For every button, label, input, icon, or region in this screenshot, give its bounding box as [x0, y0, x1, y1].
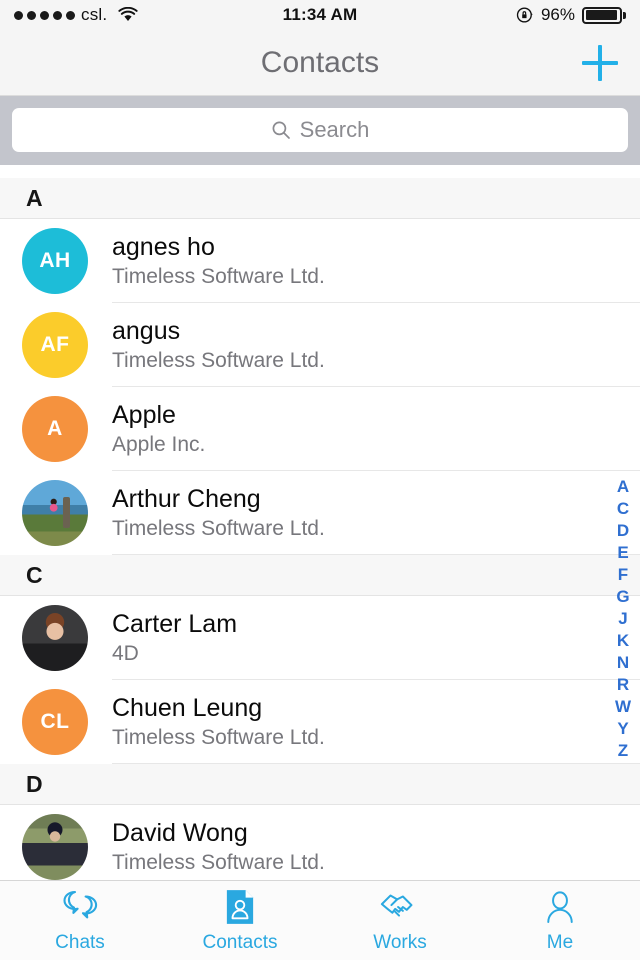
navigation-bar: Contacts — [0, 30, 640, 96]
chat-bubbles-icon — [60, 887, 100, 927]
index-letter[interactable]: A — [612, 476, 634, 498]
contact-text: Chuen Leung Timeless Software Ltd. — [112, 695, 325, 748]
tab-label-works: Works — [373, 932, 427, 953]
tab-chats[interactable]: Chats — [0, 881, 160, 960]
contact-row[interactable]: A Apple Apple Inc. — [0, 387, 640, 471]
contact-company: 4D — [112, 641, 139, 665]
contact-company: Timeless Software Ltd. — [112, 850, 325, 874]
page-title: Contacts — [260, 45, 380, 79]
contact-card-icon — [225, 887, 255, 927]
alphabet-index[interactable]: ACDEFGJKNRWYZ — [612, 476, 634, 762]
contact-name: David Wong — [112, 819, 248, 848]
tab-label-contacts: Contacts — [202, 932, 278, 953]
index-letter[interactable]: G — [612, 586, 634, 608]
tab-me[interactable]: Me — [480, 881, 640, 960]
section-header: C — [0, 555, 640, 596]
tab-contacts[interactable]: Contacts — [160, 881, 320, 960]
search-placeholder: Search — [299, 117, 370, 142]
handshake-icon — [379, 887, 421, 927]
index-letter[interactable]: W — [612, 696, 634, 718]
avatar-initials: AF — [22, 312, 88, 378]
search-icon — [272, 121, 290, 139]
index-letter[interactable]: D — [612, 520, 634, 542]
person-icon — [545, 887, 575, 927]
battery-percent-label: 96% — [540, 5, 575, 24]
avatar-initials: CL — [22, 689, 88, 755]
contact-name: agnes ho — [112, 233, 215, 262]
index-letter[interactable]: Z — [612, 740, 634, 762]
contact-company: Timeless Software Ltd. — [112, 264, 325, 288]
contact-company: Timeless Software Ltd. — [112, 516, 325, 540]
search-bar-container: Search — [0, 96, 640, 165]
contact-text: David Wong Timeless Software Ltd. — [112, 820, 325, 873]
contact-name: Apple — [112, 401, 176, 430]
battery-icon — [582, 6, 626, 24]
index-letter[interactable]: J — [612, 608, 634, 630]
contact-row[interactable]: CL Chuen Leung Timeless Software Ltd. — [0, 680, 640, 764]
index-letter[interactable]: C — [612, 498, 634, 520]
status-bar-right: 96% — [516, 5, 626, 25]
contact-company: Apple Inc. — [112, 432, 206, 456]
tab-bar: Chats Contacts Works Me — [0, 880, 640, 960]
contact-name: Chuen Leung — [112, 694, 263, 723]
rotation-lock-icon — [516, 7, 533, 23]
contact-company: Timeless Software Ltd. — [112, 348, 325, 372]
index-letter[interactable]: K — [612, 630, 634, 652]
avatar-initials: AH — [22, 228, 88, 294]
contact-row[interactable]: David Wong Timeless Software Ltd. — [0, 805, 640, 880]
contact-row[interactable]: AH agnes ho Timeless Software Ltd. — [0, 219, 640, 303]
avatar-initials: A — [22, 396, 88, 462]
contact-row[interactable]: Arthur Cheng Timeless Software Ltd. — [0, 471, 640, 555]
contact-name: Arthur Cheng — [112, 485, 261, 514]
index-letter[interactable]: E — [612, 542, 634, 564]
index-letter[interactable]: N — [612, 652, 634, 674]
contact-text: Apple Apple Inc. — [112, 402, 205, 455]
contact-row[interactable]: AF angus Timeless Software Ltd. — [0, 303, 640, 387]
avatar-photo — [22, 480, 88, 546]
tab-works[interactable]: Works — [320, 881, 480, 960]
avatar-photo — [22, 814, 88, 880]
index-letter[interactable]: R — [612, 674, 634, 696]
contact-name: Carter Lam — [112, 610, 238, 639]
contact-row[interactable]: Carter Lam 4D — [0, 596, 640, 680]
search-input[interactable]: Search — [12, 108, 628, 152]
contact-company: Timeless Software Ltd. — [112, 725, 325, 749]
contact-text: Carter Lam 4D — [112, 611, 237, 664]
status-bar: csl. 11:34 AM 96% — [0, 0, 640, 30]
tab-label-chats: Chats — [55, 932, 105, 953]
contact-text: Arthur Cheng Timeless Software Ltd. — [112, 486, 325, 539]
avatar-photo — [22, 605, 88, 671]
contact-name: angus — [112, 317, 181, 346]
contact-text: agnes ho Timeless Software Ltd. — [112, 234, 325, 287]
section-header: D — [0, 764, 640, 805]
section-header: A — [0, 178, 640, 219]
tab-label-me: Me — [546, 932, 574, 953]
index-letter[interactable]: Y — [612, 718, 634, 740]
contacts-screen: csl. 11:34 AM 96% Contacts Search A AH a… — [0, 0, 640, 960]
contact-text: angus Timeless Software Ltd. — [112, 318, 325, 371]
plus-icon[interactable] — [582, 44, 618, 81]
contacts-list[interactable]: A AH agnes ho Timeless Software Ltd. AF angus… — [0, 178, 640, 880]
index-letter[interactable]: F — [612, 564, 634, 586]
